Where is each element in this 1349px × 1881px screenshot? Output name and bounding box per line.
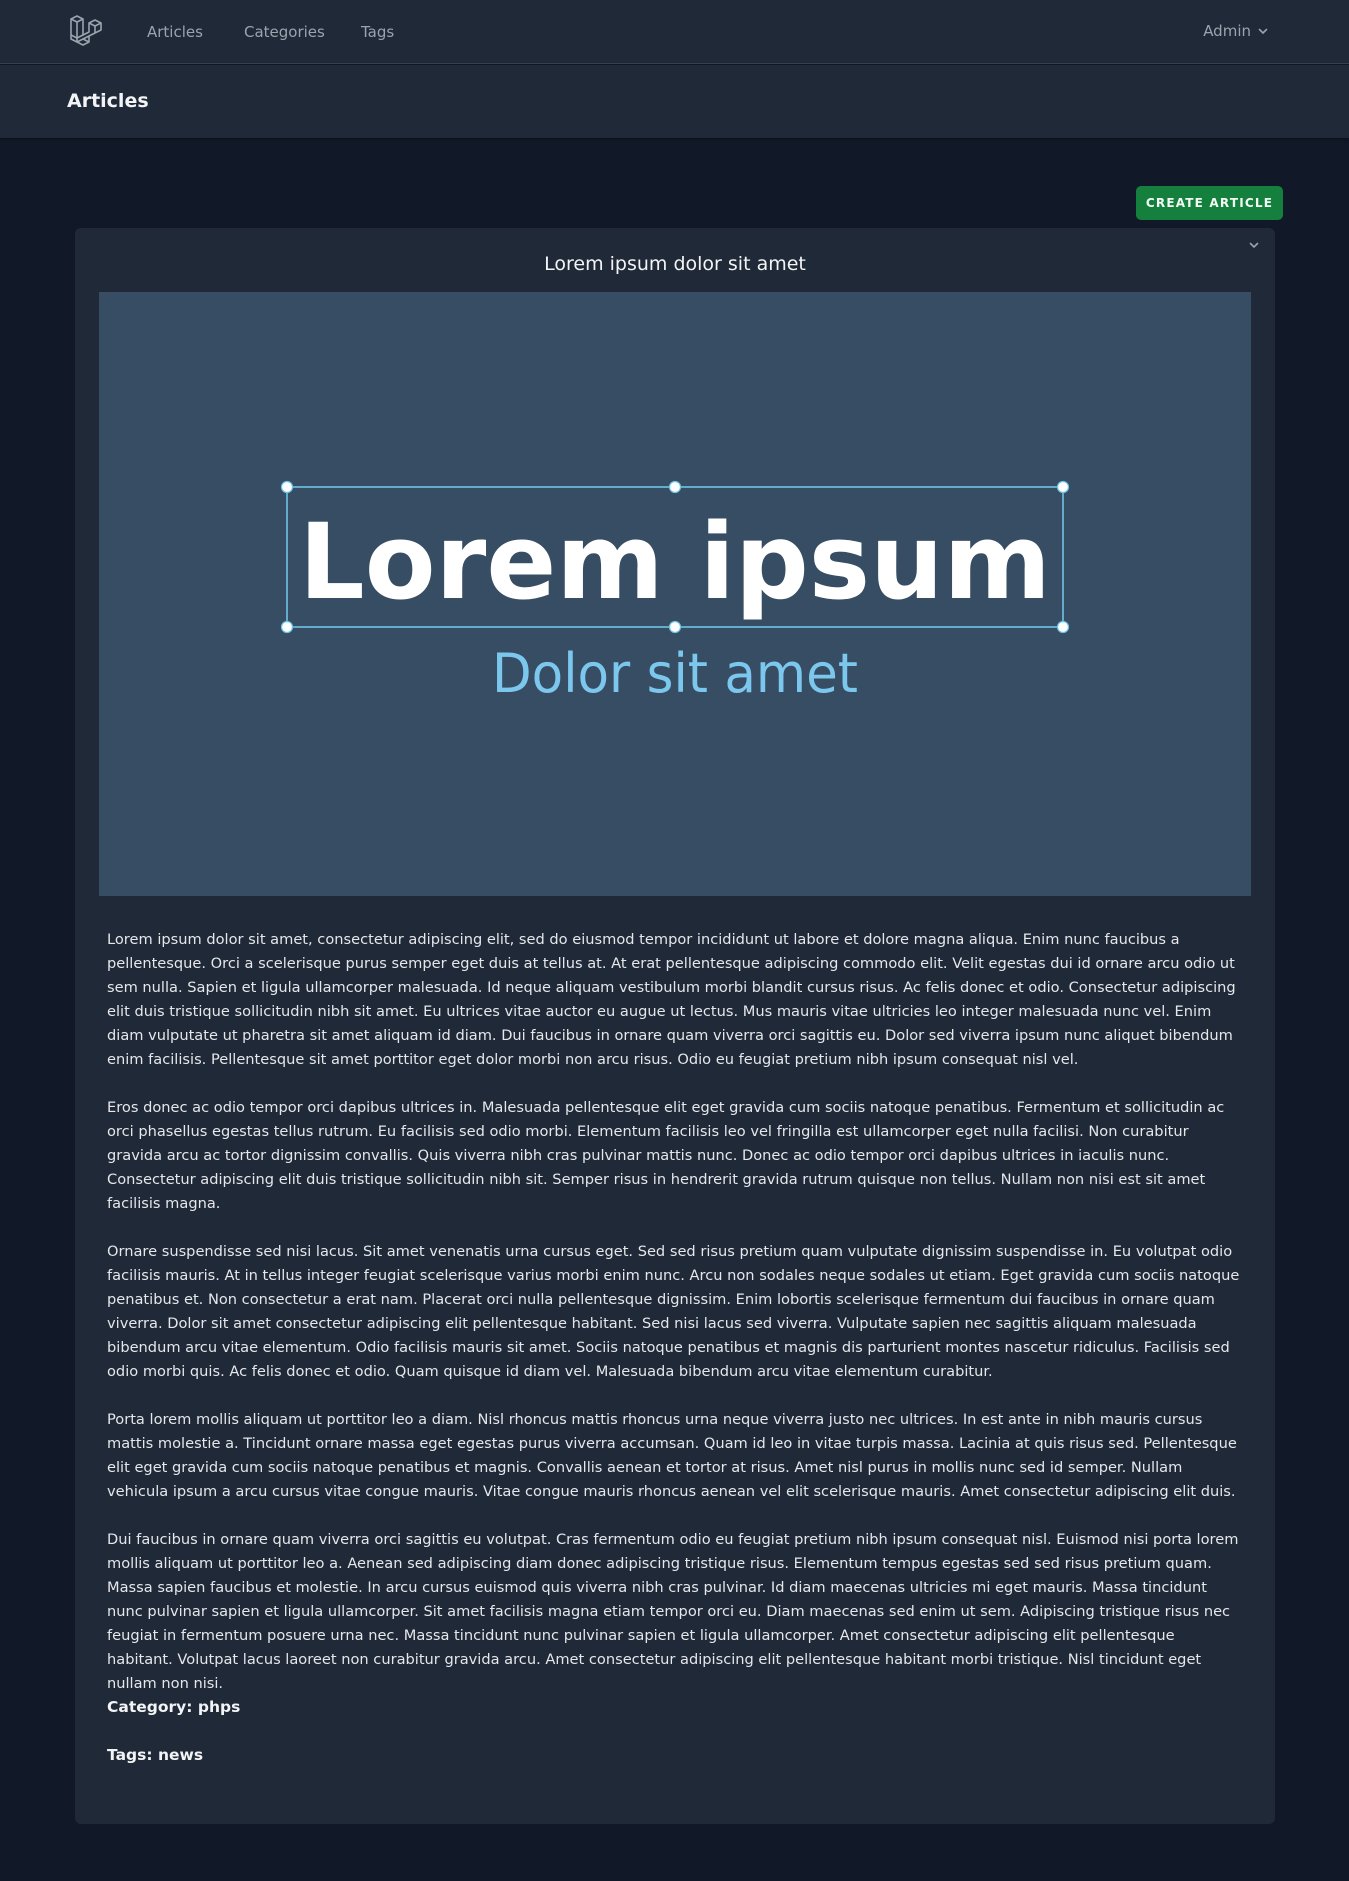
image-subline: Dolor sit amet [492,642,858,705]
selection-handle[interactable] [668,620,682,634]
selection-handle[interactable] [668,480,682,494]
page-title: Articles [67,90,149,112]
article-body: Lorem ipsum dolor sit amet, consectetur … [107,928,1245,1720]
chevron-down-icon[interactable] [1247,238,1261,252]
article-paragraph: Porta lorem mollis aliquam ut porttitor … [107,1411,1237,1500]
article-paragraph: Ornare suspendisse sed nisi lacus. Sit a… [107,1243,1240,1380]
nav-link-articles[interactable]: Articles [147,23,203,41]
create-article-button[interactable]: CREATE ARTICLE [1136,186,1283,220]
selection-handle[interactable] [280,620,294,634]
article-paragraph: Eros donec ac odio tempor orci dapibus u… [107,1099,1225,1212]
article-card: Lorem ipsum dolor sit amet Lorem ipsum D… [75,228,1275,1824]
article-category: Category: phps [107,1698,241,1716]
user-menu[interactable]: Admin [1203,22,1269,40]
article-image-graphic: Lorem ipsum Dolor sit amet [99,292,1251,896]
article-tags: Tags: news [107,1746,204,1764]
page-header: Articles [0,65,1349,138]
article-title: Lorem ipsum dolor sit amet [544,253,806,275]
nav-link-tags[interactable]: Tags [361,23,394,41]
user-name: Admin [1203,22,1251,40]
article-paragraph: Dui faucibus in ornare quam viverra orci… [107,1531,1239,1692]
selection-handle[interactable] [280,480,294,494]
selection-handle[interactable] [1056,620,1070,634]
image-headline: Lorem ipsum [299,501,1051,623]
top-navigation: Articles Categories Tags Admin [0,0,1349,64]
laravel-logo-icon[interactable] [68,14,104,50]
article-paragraph: Lorem ipsum dolor sit amet, consectetur … [107,931,1236,1068]
nav-link-categories[interactable]: Categories [244,23,325,41]
article-image: Lorem ipsum Dolor sit amet [99,292,1251,896]
selection-handle[interactable] [1056,480,1070,494]
chevron-down-icon [1258,28,1268,35]
